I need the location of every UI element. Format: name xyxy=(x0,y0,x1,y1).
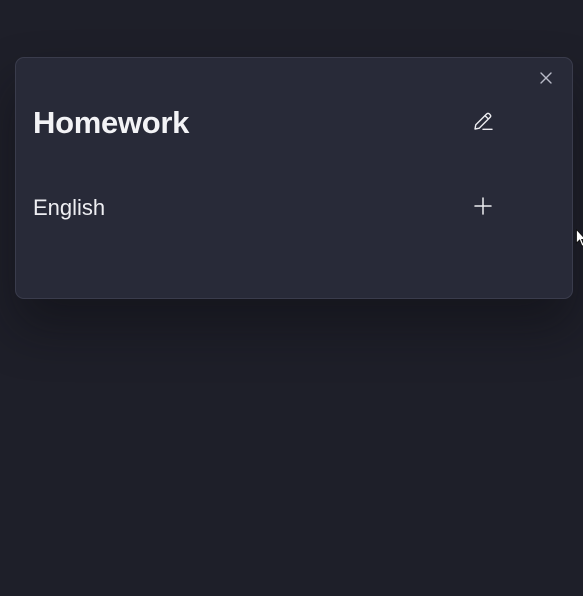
list-item-label: English xyxy=(33,195,106,220)
desktop-background: Homework English xyxy=(0,0,583,596)
pencil-icon xyxy=(474,112,493,130)
card-title: Homework xyxy=(33,105,190,140)
add-item-button[interactable] xyxy=(470,193,496,219)
close-icon xyxy=(540,72,552,84)
list-item[interactable]: English xyxy=(33,192,493,224)
mouse-pointer-icon xyxy=(576,229,583,247)
plus-icon xyxy=(474,197,492,215)
homework-card: Homework English xyxy=(15,57,573,299)
close-button[interactable] xyxy=(536,68,556,88)
edit-title-button[interactable] xyxy=(470,108,496,134)
